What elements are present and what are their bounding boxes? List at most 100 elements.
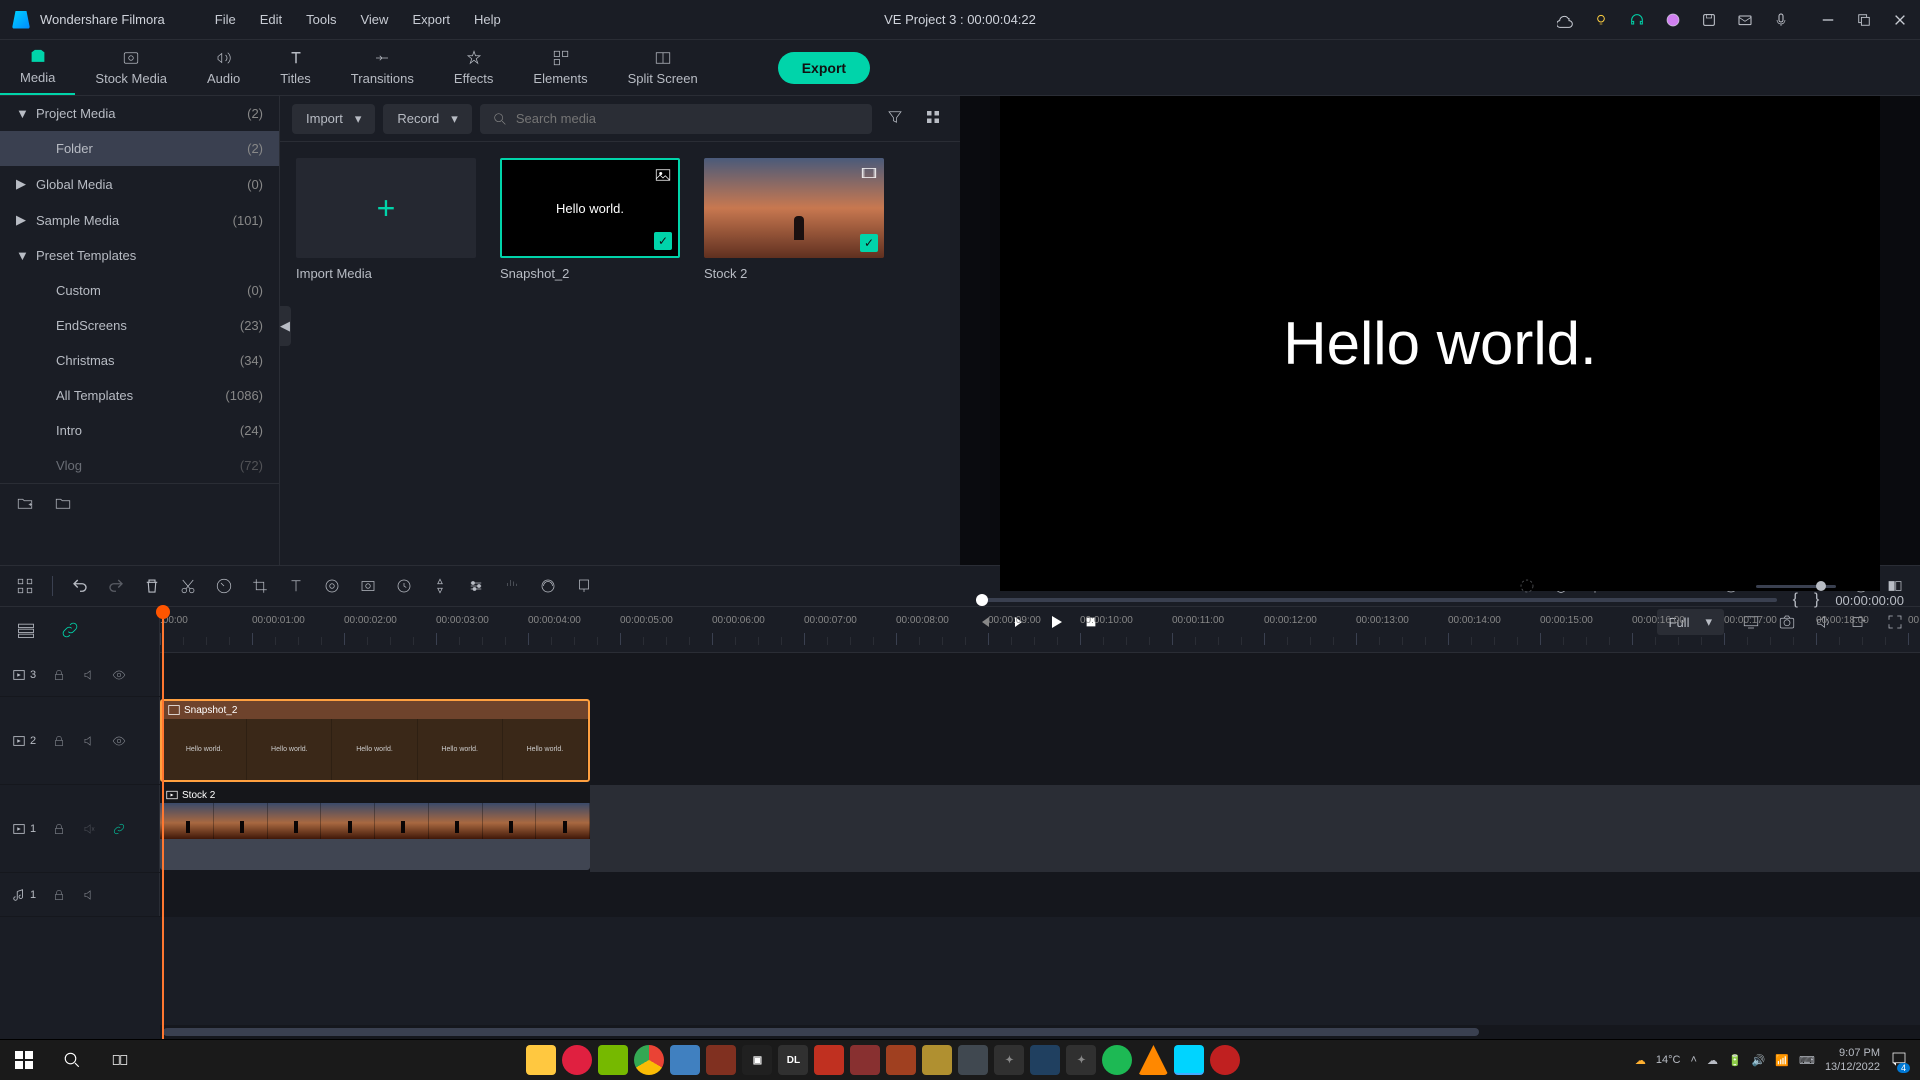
search-input[interactable] xyxy=(516,111,860,126)
tab-media[interactable]: Media xyxy=(0,40,75,95)
zoom-slider[interactable] xyxy=(1756,585,1836,588)
app-opera[interactable] xyxy=(562,1045,592,1075)
sidebar-item-global-media[interactable]: ▶ Global Media (0) xyxy=(0,166,279,202)
app-generic-8[interactable] xyxy=(922,1045,952,1075)
preview-canvas[interactable]: Hello world. xyxy=(1000,96,1880,591)
tab-split-screen[interactable]: Split Screen xyxy=(608,40,718,95)
record-dropdown[interactable]: Record ▾ xyxy=(383,104,471,134)
menu-help[interactable]: Help xyxy=(474,12,501,27)
mute-icon[interactable] xyxy=(82,888,96,902)
weather-icon[interactable]: ☁ xyxy=(1635,1054,1646,1067)
timeline-clip-snapshot[interactable]: Snapshot_2 Hello world. Hello world. Hel… xyxy=(160,699,590,782)
import-dropdown[interactable]: Import ▾ xyxy=(292,104,375,134)
app-generic-6[interactable] xyxy=(850,1045,880,1075)
search-box[interactable] xyxy=(480,104,872,134)
tray-volume-icon[interactable]: 🔊 xyxy=(1752,1054,1766,1067)
crop-tool[interactable] xyxy=(251,577,269,595)
weather-temp[interactable]: 14°C xyxy=(1656,1054,1681,1066)
tab-elements[interactable]: Elements xyxy=(513,40,607,95)
search-button[interactable] xyxy=(48,1040,96,1080)
app-generic-9[interactable] xyxy=(958,1045,988,1075)
app-explorer[interactable] xyxy=(526,1045,556,1075)
redo-button[interactable] xyxy=(107,577,125,595)
menu-edit[interactable]: Edit xyxy=(260,12,282,27)
sidebar-item-all-templates[interactable]: All Templates (1086) xyxy=(0,378,279,413)
link-icon[interactable] xyxy=(112,822,126,836)
speed-tool[interactable] xyxy=(215,577,233,595)
app-generic-11[interactable] xyxy=(1030,1045,1060,1075)
menu-view[interactable]: View xyxy=(360,12,388,27)
app-generic-12[interactable]: ✦ xyxy=(1066,1045,1096,1075)
cut-tool[interactable] xyxy=(179,577,197,595)
eye-icon[interactable] xyxy=(112,734,126,748)
speed-ramp-tool[interactable] xyxy=(539,577,557,595)
sidebar-item-project-media[interactable]: ▼ Project Media (2) xyxy=(0,96,279,131)
link-icon[interactable] xyxy=(60,620,80,640)
media-item-snapshot[interactable]: Hello world. ✓ Snapshot_2 xyxy=(500,158,680,281)
timeline-clip-stock[interactable]: Stock 2 xyxy=(160,787,590,870)
tab-effects[interactable]: Effects xyxy=(434,40,514,95)
app-vlc[interactable] xyxy=(1138,1045,1168,1075)
minimize-button[interactable] xyxy=(1820,12,1836,28)
app-nvidia[interactable] xyxy=(598,1045,628,1075)
headset-icon[interactable] xyxy=(1628,11,1646,29)
app-chrome[interactable] xyxy=(634,1045,664,1075)
cloud-icon[interactable] xyxy=(1556,11,1574,29)
delete-button[interactable] xyxy=(143,577,161,595)
color-tool[interactable] xyxy=(323,577,341,595)
mail-icon[interactable] xyxy=(1736,11,1754,29)
lock-icon[interactable] xyxy=(52,668,66,682)
tray-battery-icon[interactable]: 🔋 xyxy=(1728,1054,1742,1067)
menu-export[interactable]: Export xyxy=(412,12,450,27)
app-generic-10[interactable]: ✦ xyxy=(994,1045,1024,1075)
lock-icon[interactable] xyxy=(52,822,66,836)
bulb-icon[interactable] xyxy=(1592,11,1610,29)
app-generic-2[interactable] xyxy=(706,1045,736,1075)
timeline-scrollbar[interactable] xyxy=(160,1025,1920,1039)
collapse-sidebar-button[interactable]: ◀ xyxy=(279,306,291,346)
task-view-button[interactable] xyxy=(96,1040,144,1080)
tray-wifi-icon[interactable]: 📶 xyxy=(1775,1054,1789,1067)
tray-onedrive-icon[interactable]: ☁ xyxy=(1707,1054,1718,1067)
mute-icon[interactable] xyxy=(82,734,96,748)
menu-tools[interactable]: Tools xyxy=(306,12,336,27)
taskbar-clock[interactable]: 9:07 PM 13/12/2022 xyxy=(1825,1046,1880,1075)
undo-button[interactable] xyxy=(71,577,89,595)
keyframe-tool[interactable] xyxy=(395,577,413,595)
tab-titles[interactable]: Titles xyxy=(260,40,331,95)
audio-sync-tool[interactable] xyxy=(503,577,521,595)
media-item-stock[interactable]: ✓ Stock 2 xyxy=(704,158,884,281)
tab-transitions[interactable]: Transitions xyxy=(331,40,434,95)
app-generic-1[interactable] xyxy=(670,1045,700,1075)
text-tool[interactable] xyxy=(287,577,305,595)
maximize-button[interactable] xyxy=(1856,12,1872,28)
lock-icon[interactable] xyxy=(52,888,66,902)
render-icon[interactable] xyxy=(1518,577,1536,595)
app-generic-4[interactable]: DL xyxy=(778,1045,808,1075)
account-icon[interactable] xyxy=(1664,11,1682,29)
mute-icon[interactable] xyxy=(82,668,96,682)
export-button[interactable]: Export xyxy=(778,52,870,84)
sidebar-item-sample-media[interactable]: ▶ Sample Media (101) xyxy=(0,202,279,238)
app-filmora[interactable] xyxy=(1174,1045,1204,1075)
app-spotify[interactable] xyxy=(1102,1045,1132,1075)
track-manager-icon[interactable] xyxy=(16,620,36,640)
tray-language-icon[interactable]: ⌨ xyxy=(1799,1054,1815,1067)
start-button[interactable] xyxy=(0,1040,48,1080)
timeline-ruler[interactable]: :00:0000:00:01:0000:00:02:0000:00:03:000… xyxy=(160,607,1920,653)
sidebar-item-custom[interactable]: Custom (0) xyxy=(0,273,279,308)
mute-icon[interactable] xyxy=(82,822,96,836)
tab-stock-media[interactable]: Stock Media xyxy=(75,40,187,95)
lock-icon[interactable] xyxy=(52,734,66,748)
motion-tool[interactable] xyxy=(431,577,449,595)
app-generic-3[interactable]: ▣ xyxy=(742,1045,772,1075)
greenscreen-tool[interactable] xyxy=(359,577,377,595)
sidebar-item-endscreens[interactable]: EndScreens (23) xyxy=(0,308,279,343)
close-button[interactable] xyxy=(1892,12,1908,28)
widgets-icon[interactable] xyxy=(16,577,34,595)
playhead[interactable] xyxy=(162,607,164,1039)
app-generic-13[interactable] xyxy=(1210,1045,1240,1075)
notifications-button[interactable]: 4 xyxy=(1890,1050,1908,1071)
save-icon[interactable] xyxy=(1700,11,1718,29)
media-item-import[interactable]: + Import Media xyxy=(296,158,476,281)
